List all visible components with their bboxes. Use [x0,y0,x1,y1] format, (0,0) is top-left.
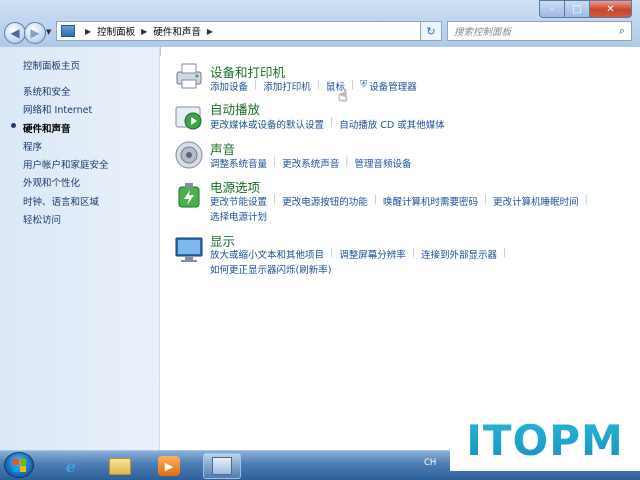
external-display-link[interactable]: 连接到外部显示器 [421,247,497,261]
control-panel-icon [212,457,232,475]
breadcrumb-chevron-icon[interactable]: ▶ [85,27,91,36]
breadcrumb-control-panel[interactable]: 控制面板 [97,24,135,38]
breadcrumb-hardware-sound[interactable]: 硬件和声音 [153,24,201,38]
window-controls: – □ ✕ [539,0,632,18]
hand-cursor-icon: ☝ [338,86,348,105]
category-title[interactable]: 自动播放 [210,99,260,118]
control-panel-icon [61,25,75,37]
shield-icon: ⛨ [360,79,368,90]
active-item-bullet-icon [11,123,16,128]
sidebar-item-network[interactable]: 网络和 Internet [23,102,92,116]
recent-pages-chevron-down-icon[interactable]: ▼ [46,28,51,36]
close-button[interactable]: ✕ [590,0,632,18]
sidebar-item-user-accounts[interactable]: 用户帐户和家庭安全 [23,157,109,171]
itopm-watermark-logo: ITOPM [450,409,640,471]
forward-button[interactable]: ▶ [24,22,46,44]
start-button[interactable] [4,452,34,478]
media-player-taskbar-button[interactable]: ▶ [150,453,188,479]
autoplay-icon [175,106,202,130]
wake-password-link[interactable]: 唤醒计算机时需要密码 [383,194,478,208]
main-content: 设备和打印机 添加设备 | 添加打印机 | 鼠标 | ⛨ 设备管理器 自动播放 … [161,47,640,450]
control-panel-taskbar-button[interactable] [203,453,241,479]
battery-icon [178,183,200,208]
refresh-button[interactable]: ↻ [420,21,442,41]
windows-logo-icon [13,459,26,472]
minimize-button[interactable]: – [539,0,565,18]
screen-resolution-link[interactable]: 调整屏幕分辨率 [339,247,406,261]
watermark-text: ITOPM [466,415,624,465]
internet-explorer-icon: e [65,456,77,476]
language-indicator[interactable]: CH [424,458,436,468]
manage-audio-devices-link[interactable]: 管理音频设备 [354,156,411,170]
explorer-taskbar-button[interactable] [101,453,139,479]
refresh-icon: ↻ [426,24,436,38]
speaker-icon [175,141,203,169]
add-printer-link[interactable]: 添加打印机 [263,79,311,93]
change-default-settings-link[interactable]: 更改媒体或设备的默认设置 [210,117,324,131]
power-buttons-link[interactable]: 更改电源按钮的功能 [282,194,368,208]
printer-icon [176,63,202,89]
address-bar[interactable]: ▶ 控制面板 ▶ 硬件和声音 ▶ ▼ [56,21,441,41]
search-input[interactable]: 搜索控制面板 ⌕ [447,21,632,41]
media-player-icon: ▶ [158,456,180,476]
search-icon[interactable]: ⌕ [619,24,625,38]
sidebar-item-clock-language[interactable]: 时钟、语言和区域 [23,194,99,208]
sidebar-item-hardware-sound[interactable]: 硬件和声音 [23,121,71,135]
maximize-button[interactable]: □ [565,0,590,18]
back-button[interactable]: ◀ [4,22,26,44]
sidebar-item-programs[interactable]: 程序 [23,139,42,153]
add-device-link[interactable]: 添加设备 [210,79,248,93]
sidebar: 控制面板主页 系统和安全 网络和 Internet 硬件和声音 程序 用户帐户和… [0,47,160,450]
change-sounds-link[interactable]: 更改系统声音 [282,156,339,170]
adjust-volume-link[interactable]: 调整系统音量 [210,156,267,170]
text-size-link[interactable]: 放大或缩小文本和其他项目 [210,247,324,261]
sleep-time-link[interactable]: 更改计算机睡眠时间 [493,194,579,208]
sidebar-item-home[interactable]: 控制面板主页 [23,58,80,72]
internet-explorer-taskbar-button[interactable]: e [52,453,90,479]
sidebar-item-system-security[interactable]: 系统和安全 [23,84,71,98]
sidebar-item-appearance[interactable]: 外观和个性化 [23,175,80,189]
search-placeholder: 搜索控制面板 [454,27,512,38]
autoplay-cd-link[interactable]: 自动播放 CD 或其他媒体 [339,117,445,131]
display-icon [175,237,203,262]
sidebar-item-ease-of-access[interactable]: 轻松访问 [23,212,61,226]
refresh-rate-link[interactable]: 如何更正显示器闪烁(刷新率) [210,262,331,276]
choose-power-plan-link[interactable]: 选择电源计划 [210,209,267,223]
breadcrumb-chevron-icon[interactable]: ▶ [207,27,213,36]
energy-settings-link[interactable]: 更改节能设置 [210,194,267,208]
device-manager-link[interactable]: 设备管理器 [369,79,417,93]
folder-icon [109,457,131,475]
breadcrumb-chevron-icon[interactable]: ▶ [141,27,147,36]
